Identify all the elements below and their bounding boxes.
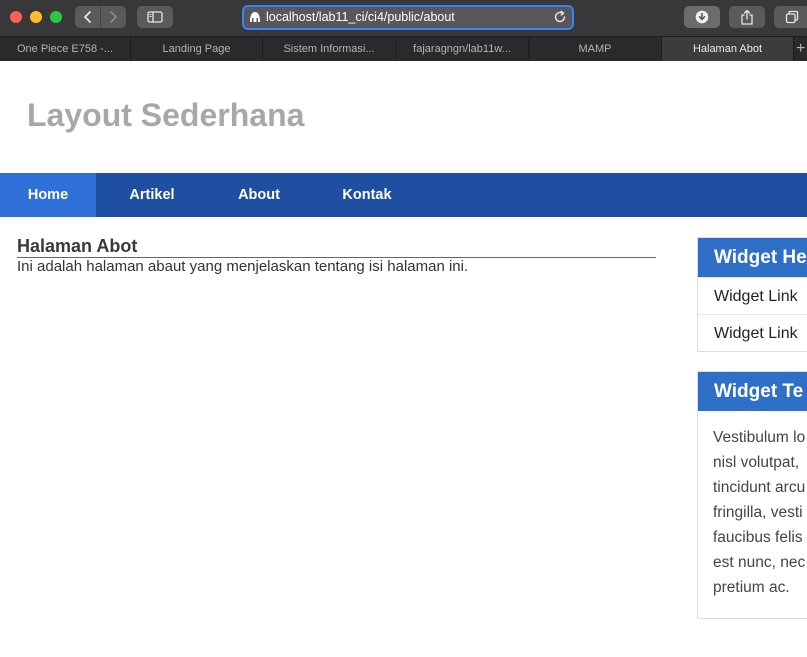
share-button[interactable] bbox=[729, 6, 765, 28]
back-button[interactable] bbox=[75, 6, 100, 28]
widget-text-line: faucibus felis bbox=[713, 529, 803, 546]
new-tab-button[interactable]: + bbox=[796, 40, 807, 58]
page-heading: Halaman Abot bbox=[17, 235, 656, 258]
sidebar-icon bbox=[147, 11, 163, 23]
downloads-button[interactable] bbox=[684, 6, 720, 28]
chevron-right-icon bbox=[110, 11, 117, 23]
widget-text-line: pretium ac. bbox=[713, 579, 790, 596]
reload-icon[interactable] bbox=[553, 10, 567, 24]
minimize-window-button[interactable] bbox=[30, 11, 42, 23]
nav-item-artikel[interactable]: Artikel bbox=[120, 173, 184, 217]
tab-overview-button[interactable] bbox=[774, 6, 807, 28]
browser-tab[interactable]: Landing Page bbox=[131, 37, 263, 61]
widget-text: Widget Te Vestibulum lo nisl volutpat, t… bbox=[697, 371, 807, 619]
nav-item-about[interactable]: About bbox=[228, 173, 290, 217]
widget-header: Widget He bbox=[698, 238, 807, 277]
site-title: Layout Sederhana bbox=[27, 97, 305, 133]
browser-toolbar: localhost/lab11_ci/ci4/public/about bbox=[0, 0, 807, 36]
main-content: Halaman Abot Ini adalah halaman abaut ya… bbox=[17, 235, 656, 275]
site-icon bbox=[250, 12, 260, 22]
widget-text-line: fringilla, vesti bbox=[713, 504, 803, 521]
widget-links: Widget He Widget Link Widget Link bbox=[697, 237, 807, 352]
nav-item-kontak[interactable]: Kontak bbox=[334, 173, 400, 217]
browser-tab[interactable]: MAMP bbox=[529, 37, 662, 61]
widget-text-body: Vestibulum lo nisl volutpat, tincidunt a… bbox=[698, 411, 807, 618]
close-window-button[interactable] bbox=[10, 11, 22, 23]
history-buttons bbox=[75, 6, 126, 28]
widget-text-line: nisl volutpat, bbox=[713, 454, 800, 471]
sidebar-toggle-button[interactable] bbox=[137, 6, 173, 28]
download-icon bbox=[695, 10, 709, 24]
address-bar[interactable]: localhost/lab11_ci/ci4/public/about bbox=[242, 5, 574, 30]
widget-header: Widget Te bbox=[698, 372, 807, 411]
main-nav: Home Artikel About Kontak bbox=[0, 173, 807, 217]
page-body-text: Ini adalah halaman abaut yang menjelaska… bbox=[17, 258, 469, 275]
browser-tab[interactable]: One Piece E758 -... bbox=[0, 37, 131, 61]
nav-item-home[interactable]: Home bbox=[0, 173, 96, 217]
widget-text-line: est nunc, nec bbox=[713, 554, 806, 571]
widget-link[interactable]: Widget Link bbox=[698, 277, 807, 314]
browser-tab[interactable]: Sistem Informasi... bbox=[263, 37, 396, 61]
share-icon bbox=[741, 9, 753, 25]
zoom-window-button[interactable] bbox=[50, 11, 62, 23]
tab-bar: One Piece E758 -... Landing Page Sistem … bbox=[0, 36, 807, 61]
web-page: Layout Sederhana Home Artikel About Kont… bbox=[0, 61, 807, 657]
widget-text-line: Vestibulum lo bbox=[713, 429, 806, 446]
browser-tab-active[interactable]: Halaman Abot bbox=[662, 37, 794, 61]
forward-button[interactable] bbox=[100, 6, 125, 28]
widget-link[interactable]: Widget Link bbox=[698, 314, 807, 351]
browser-tab[interactable]: fajaragngn/lab11w... bbox=[396, 37, 529, 61]
widget-text-line: tincidunt arcu bbox=[713, 479, 806, 496]
url-text[interactable]: localhost/lab11_ci/ci4/public/about bbox=[266, 10, 455, 24]
tabs-overview-icon bbox=[785, 10, 799, 24]
chevron-left-icon bbox=[83, 11, 91, 23]
